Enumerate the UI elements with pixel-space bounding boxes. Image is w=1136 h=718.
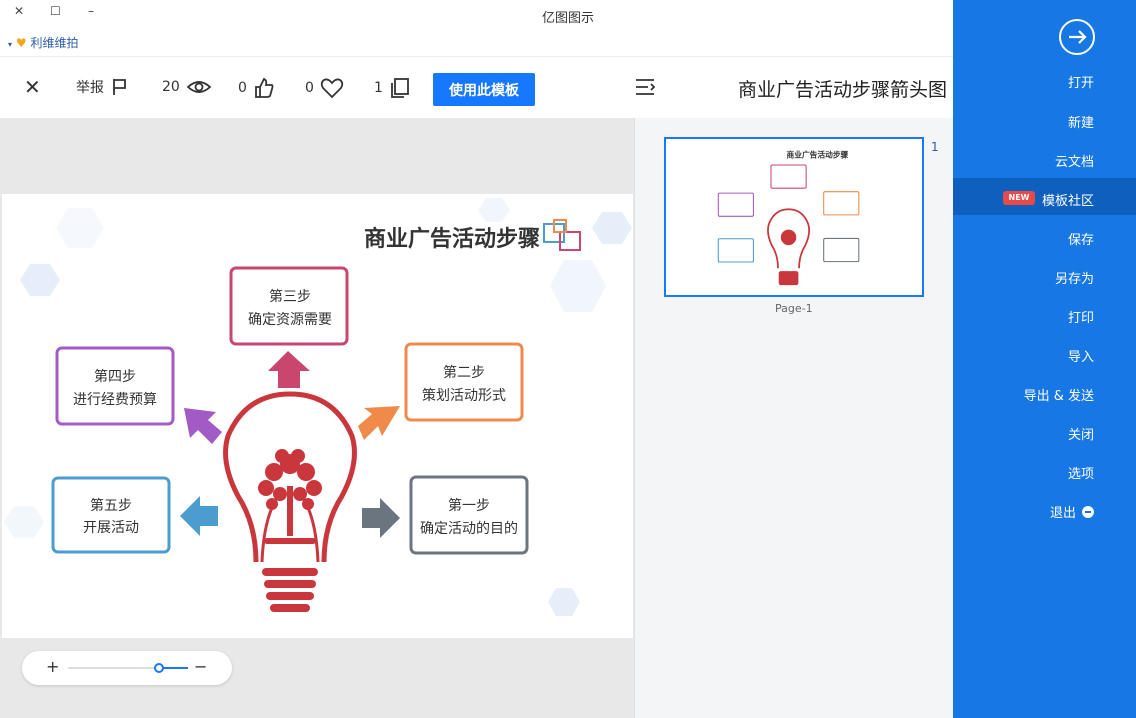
thumbnail-title: 商业广告活动步骤 [787,149,849,159]
flag-icon [113,79,126,95]
likes-count: 0 [238,80,247,96]
toolbar: ✕ 举报 20 0 0 1 使用此模板 商业广告活动步骤箭头图 [0,56,953,118]
step-4-box: 第四步 进行经费预算 [55,346,175,426]
step-2-box: 第二步 策划活动形式 [404,342,524,422]
file-menu-sidebar: NEW 打开 新建 云文档 模板社区 保存 另存为 打印 导入 导出 & 发送 … [953,0,1136,718]
page-label: Page-1 [775,302,813,315]
report-label: 举报 [76,80,104,96]
user-bar: ▾ ♥ 利维维拍 [0,30,953,56]
zoom-in-button[interactable]: + [46,657,59,676]
canvas-area[interactable]: 商业广告活动步骤 第三步 确定资源需要 第二步 策划活动形式 第四步 进行经费预… [0,118,634,718]
menu-item-new[interactable]: 新建 [1068,112,1094,131]
close-preview-button[interactable]: ✕ [24,75,41,99]
copies-counter: 1 [374,77,411,99]
step-1-box: 第一步 确定活动的目的 [409,475,529,555]
menu-item-save-as[interactable]: 另存为 [1055,268,1094,287]
menu-item-print[interactable]: 打印 [1068,307,1094,326]
thumbs-up-icon [255,77,274,98]
new-badge: NEW [1003,191,1035,205]
menu-item-exit-label: 退出 [1049,506,1076,521]
step-4-arrow [184,408,222,444]
step-5-desc: 开展活动 [83,519,139,535]
exit-icon [1082,505,1094,518]
menu-item-export-send[interactable]: 导出 & 发送 [1024,385,1094,404]
zoom-slider-handle[interactable] [154,663,164,673]
heart-icon [320,78,344,99]
menu-item-template-community[interactable]: 模板社区 [1042,190,1094,209]
use-template-button[interactable]: 使用此模板 [433,73,535,106]
views-count: 20 [162,79,180,95]
title-bar: ✕ ☐ – 亿图图示 [0,0,953,30]
thumbnail-preview: 商业广告活动步骤 [704,139,887,295]
copies-count: 1 [374,80,383,96]
step-5-box: 第五步 开展活动 [51,476,171,554]
menu-item-close[interactable]: 关闭 [1068,424,1094,443]
page-number: 1 [931,140,939,154]
step-2-desc: 策划活动形式 [422,387,506,403]
favorites-count: 0 [305,80,314,96]
views-counter: 20 [162,77,212,97]
report-button[interactable]: 举报 [76,77,130,97]
menu-item-cloud-docs[interactable]: 云文档 [1055,151,1094,170]
step-1-arrow [362,498,400,538]
menu-item-exit[interactable]: 退出 [1050,502,1094,521]
minimize-window-icon[interactable]: – [88,4,94,18]
step-1-desc: 确定活动的目的 [420,520,518,536]
user-menu[interactable]: ▾ ♥ 利维维拍 [8,34,78,51]
step-5-arrow [180,496,218,536]
step-2-title: 第二步 [443,364,485,380]
app-title: 亿图图示 [542,11,595,26]
step-3-desc: 确定资源需要 [248,311,332,327]
document-title: 商业广告活动步骤箭头图 [738,79,948,101]
step-2-arrow [358,406,400,440]
zoom-out-button[interactable]: − [194,657,207,676]
diagram-canvas: 商业广告活动步骤 第三步 确定资源需要 第二步 策划活动形式 第四步 进行经费预… [4,198,632,616]
vip-icon: ♥ [15,36,27,50]
pages-panel: 商业广告活动步骤 1 Page-1 [634,118,953,718]
close-window-icon[interactable]: ✕ [14,4,24,18]
menu-item-options[interactable]: 选项 [1068,463,1094,482]
copy-icon [391,78,409,98]
favorite-button[interactable]: 0 [305,77,344,99]
chevron-down-icon: ▾ [8,40,13,49]
diagram-title: 商业广告活动步骤 [364,226,540,251]
maximize-window-icon[interactable]: ☐ [50,4,61,18]
arrow-right-icon [1069,30,1087,44]
lightbulb-icon [223,391,357,612]
user-name: 利维维拍 [30,36,79,50]
step-3-arrow [268,351,310,388]
back-button[interactable] [1059,19,1095,55]
menu-item-import[interactable]: 导入 [1068,346,1094,365]
zoom-control: + − [22,651,232,685]
diagram-preview: 商业广告活动步骤 第三步 确定资源需要 第二步 策划活动形式 第四步 进行经费预… [2,194,633,638]
step-5-title: 第五步 [90,497,132,513]
eye-icon [186,81,212,93]
page-thumbnail[interactable]: 商业广告活动步骤 [664,137,924,297]
outline-toggle-icon[interactable] [634,77,656,97]
like-button[interactable]: 0 [238,77,275,99]
menu-item-open[interactable]: 打开 [1068,72,1094,91]
step-3-title: 第三步 [269,288,311,304]
diagram-title-group: 商业广告活动步骤 [364,219,581,251]
step-3-box: 第三步 确定资源需要 [229,266,349,346]
step-1-title: 第一步 [448,497,490,513]
menu-item-save[interactable]: 保存 [1068,229,1094,248]
step-4-desc: 进行经费预算 [73,391,157,407]
step-4-title: 第四步 [94,368,136,384]
